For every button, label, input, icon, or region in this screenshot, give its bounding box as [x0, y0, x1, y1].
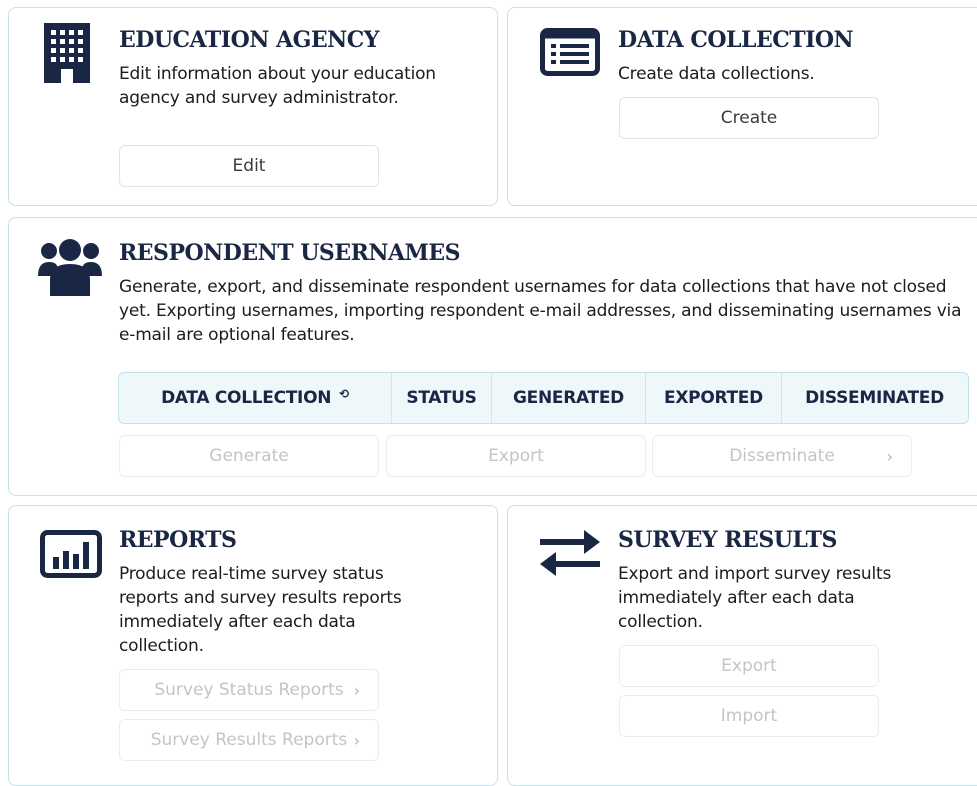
header-data-collection[interactable]: DATA COLLECTION ⟲: [119, 373, 392, 423]
users-icon: [38, 239, 102, 296]
bar-chart-icon: [40, 530, 102, 578]
chevron-right-icon: ›: [353, 680, 360, 700]
export-results-button[interactable]: Export: [619, 645, 879, 687]
building-icon: [44, 23, 90, 83]
reports-title: REPORTS: [119, 527, 237, 553]
edit-button[interactable]: Edit: [119, 145, 379, 187]
respondent-usernames-description: Generate, export, and disseminate respon…: [119, 277, 962, 345]
chevron-right-icon: ›: [353, 730, 360, 750]
import-results-button[interactable]: Import: [619, 695, 879, 737]
reports-description: Produce real-time survey status reports …: [119, 564, 402, 656]
survey-results-reports-label: Survey Results Reports: [150, 730, 348, 750]
list-icon: [540, 28, 600, 76]
header-disseminated[interactable]: DISSEMINATED: [782, 373, 967, 423]
generate-button[interactable]: Generate: [119, 435, 379, 477]
survey-status-reports-label: Survey Status Reports: [154, 680, 344, 700]
transfer-arrows-icon: [540, 530, 600, 576]
data-collection-title: DATA COLLECTION: [618, 27, 854, 53]
chevron-right-icon: ›: [886, 446, 893, 466]
header-data-collection-label: DATA COLLECTION: [161, 388, 332, 408]
education-agency-description: Edit information about your education ag…: [119, 64, 436, 108]
respondent-usernames-title: RESPONDENT USERNAMES: [119, 240, 461, 266]
survey-status-reports-button[interactable]: Survey Status Reports ›: [119, 669, 379, 711]
usernames-table-header: DATA COLLECTION ⟲ STATUS GENERATED EXPOR…: [118, 372, 969, 424]
export-results-label: Export: [721, 656, 777, 676]
export-usernames-button-label: Export: [488, 446, 544, 466]
create-button[interactable]: Create: [619, 97, 879, 139]
survey-results-description: Export and import survey results immedia…: [618, 564, 892, 632]
header-status[interactable]: STATUS: [392, 373, 492, 423]
export-usernames-button[interactable]: Export: [386, 435, 646, 477]
disseminate-button-label: Disseminate: [729, 446, 835, 466]
import-results-label: Import: [720, 706, 778, 726]
header-generated[interactable]: GENERATED: [492, 373, 646, 423]
survey-results-title: SURVEY RESULTS: [618, 527, 837, 553]
disseminate-button[interactable]: Disseminate ›: [652, 435, 912, 477]
survey-results-reports-button[interactable]: Survey Results Reports ›: [119, 719, 379, 761]
header-exported[interactable]: EXPORTED: [646, 373, 782, 423]
data-collection-description: Create data collections.: [618, 64, 815, 84]
generate-button-label: Generate: [209, 446, 289, 466]
education-agency-title: EDUCATION AGENCY: [119, 27, 379, 53]
refresh-sort-icon[interactable]: ⟲: [339, 387, 349, 401]
